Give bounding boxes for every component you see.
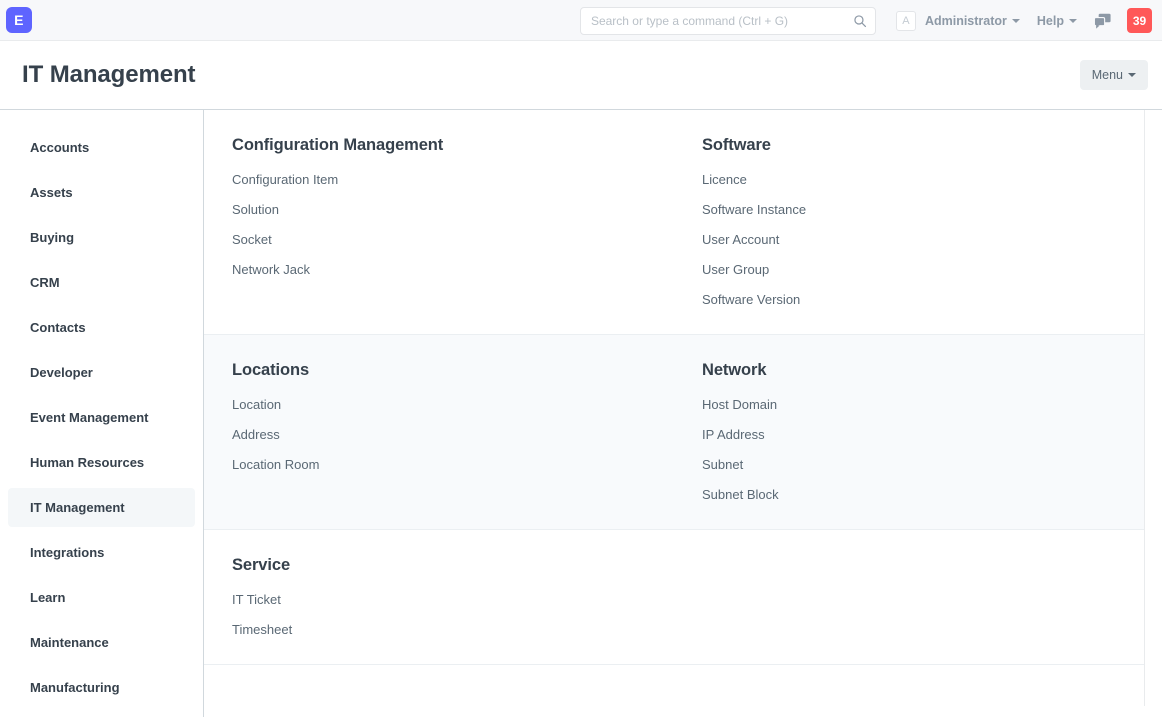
- section-link-socket[interactable]: Socket: [232, 232, 646, 248]
- section-link-location[interactable]: Location: [232, 397, 646, 413]
- section-link-software-instance[interactable]: Software Instance: [702, 202, 1116, 218]
- section-link-location-room[interactable]: Location Room: [232, 457, 646, 473]
- section-title: Network: [702, 361, 767, 379]
- section-network: Network Host Domain IP Address Subnet Subnet…: [674, 335, 1144, 529]
- page-title: IT Management: [22, 61, 196, 88]
- sidebar-item-buying[interactable]: Buying: [8, 218, 195, 257]
- section-locations: Locations Location Address Location Room: [204, 335, 674, 529]
- sidebar-item-crm[interactable]: CRM: [8, 263, 195, 302]
- sidebar-item-label: Event Management: [30, 410, 149, 425]
- section-link-user-group[interactable]: User Group: [702, 262, 1116, 278]
- sidebar-item-label: Assets: [30, 185, 73, 200]
- section-row: Configuration Management Configuration It…: [204, 110, 1144, 335]
- help-menu-label: Help: [1036, 13, 1064, 28]
- sidebar-item-human-resources[interactable]: Human Resources: [8, 443, 195, 482]
- chevron-down-icon: [1128, 73, 1136, 77]
- section-link-host-domain[interactable]: Host Domain: [702, 397, 1116, 413]
- section-title: Service: [232, 556, 291, 574]
- section-link-subnet-block[interactable]: Subnet Block: [702, 487, 1116, 503]
- notification-count: 39: [1132, 13, 1147, 28]
- main-content: Configuration Management Configuration It…: [204, 110, 1162, 717]
- app-logo-letter: E: [14, 12, 24, 28]
- sidebar-item-label: IT Management: [30, 500, 125, 515]
- sidebar-item-learn[interactable]: Learn: [8, 578, 195, 617]
- menu-button[interactable]: Menu: [1079, 60, 1148, 90]
- section-link-licence[interactable]: Licence: [702, 172, 1116, 188]
- sidebar-item-pdf-on-submit[interactable]: PDF on Submit: [8, 713, 195, 717]
- section-link-subnet[interactable]: Subnet: [702, 457, 1116, 473]
- section-column-empty: [674, 530, 1144, 664]
- section-link-solution[interactable]: Solution: [232, 202, 646, 218]
- chevron-down-icon: [1011, 18, 1020, 23]
- sidebar-item-it-management[interactable]: IT Management: [8, 488, 195, 527]
- sidebar-item-label: CRM: [30, 275, 60, 290]
- user-menu-label: Administrator: [924, 13, 1007, 28]
- sidebar-item-label: Accounts: [30, 140, 90, 155]
- sidebar-item-label: Manufacturing: [30, 680, 120, 695]
- section-link-configuration-item[interactable]: Configuration Item: [232, 172, 646, 188]
- sidebar-item-developer[interactable]: Developer: [8, 353, 195, 392]
- sidebar-item-event-management[interactable]: Event Management: [8, 398, 195, 437]
- sidebar-item-manufacturing[interactable]: Manufacturing: [8, 668, 195, 707]
- navbar-right-group: A Administrator Help 39: [579, 0, 1162, 41]
- section-service: Service IT Ticket Timesheet: [204, 530, 674, 664]
- help-menu-dropdown[interactable]: Help: [1037, 14, 1077, 28]
- sidebar-item-integrations[interactable]: Integrations: [8, 533, 195, 572]
- chat-icon[interactable]: [1094, 13, 1111, 29]
- section-link-user-account[interactable]: User Account: [702, 232, 1116, 248]
- sidebar-item-label: Contacts: [30, 320, 86, 335]
- avatar[interactable]: A: [895, 10, 916, 31]
- sidebar-item-label: Integrations: [30, 545, 105, 560]
- section-link-address[interactable]: Address: [232, 427, 646, 443]
- page-body: Accounts Assets Buying CRM Contacts Developer…: [0, 110, 1162, 717]
- notification-badge[interactable]: 39: [1127, 8, 1152, 33]
- sidebar-item-label: Maintenance: [30, 635, 109, 650]
- section-link-network-jack[interactable]: Network Jack: [232, 262, 646, 278]
- search-container: [579, 6, 876, 35]
- section-title: Configuration Management: [232, 136, 444, 154]
- section-software: Software Licence Software Instance User Acc…: [674, 110, 1144, 334]
- sidebar-item-assets[interactable]: Assets: [8, 173, 195, 212]
- section-row: Locations Location Address Location Room Net…: [204, 335, 1144, 530]
- user-menu-dropdown[interactable]: Administrator: [925, 14, 1020, 28]
- top-navbar: E A Administrator Help: [0, 0, 1162, 41]
- section-row: Service IT Ticket Timesheet: [204, 530, 1144, 665]
- section-link-software-version[interactable]: Software Version: [702, 292, 1116, 308]
- menu-button-label: Menu: [1091, 68, 1123, 82]
- sidebar-item-label: Developer: [30, 365, 93, 380]
- sidebar-item-label: Buying: [30, 230, 75, 245]
- module-sections: Configuration Management Configuration It…: [204, 110, 1145, 706]
- chevron-down-icon: [1069, 18, 1077, 23]
- sidebar-item-maintenance[interactable]: Maintenance: [8, 623, 195, 662]
- sidebar: Accounts Assets Buying CRM Contacts Developer…: [0, 110, 204, 717]
- section-link-ip-address[interactable]: IP Address: [702, 427, 1116, 443]
- sidebar-item-label: Human Resources: [30, 455, 145, 470]
- avatar-initial: A: [902, 14, 910, 27]
- section-title: Software: [702, 136, 771, 154]
- section-title: Locations: [232, 361, 310, 379]
- sidebar-item-accounts[interactable]: Accounts: [8, 128, 195, 167]
- section-link-it-ticket[interactable]: IT Ticket: [232, 592, 646, 608]
- section-configuration-management: Configuration Management Configuration It…: [204, 110, 674, 334]
- section-link-timesheet[interactable]: Timesheet: [232, 622, 646, 638]
- sidebar-item-label: Learn: [30, 590, 66, 605]
- app-logo[interactable]: E: [6, 7, 32, 33]
- page-header: IT Management Menu: [0, 41, 1162, 110]
- search-input[interactable]: [579, 6, 876, 35]
- sidebar-item-contacts[interactable]: Contacts: [8, 308, 195, 347]
